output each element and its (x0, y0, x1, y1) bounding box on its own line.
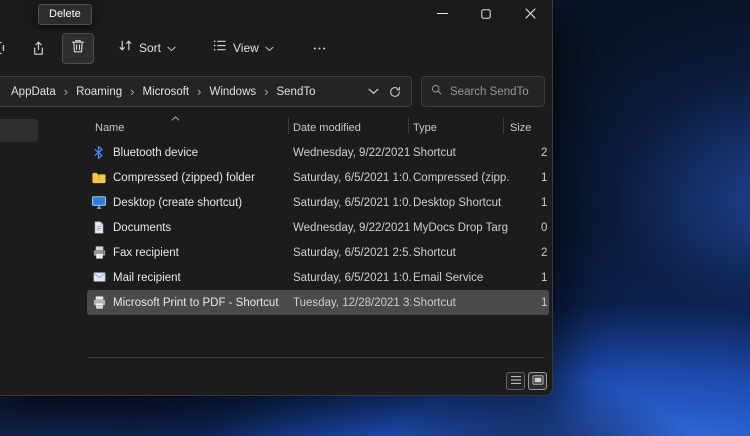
file-date-modified: Saturday, 6/5/2021 1:0... (293, 196, 411, 209)
file-row[interactable]: Bluetooth device Wednesday, 9/22/2021... S… (87, 140, 549, 165)
breadcrumb-separator-icon: › (130, 84, 135, 99)
column-header-size[interactable]: Size (510, 122, 531, 134)
delete-tooltip: Delete (38, 4, 92, 25)
file-date-modified: Wednesday, 9/22/2021... (293, 146, 411, 159)
nav-pane-item[interactable] (0, 119, 38, 142)
file-size: 1 KB (541, 296, 549, 309)
mail-icon (91, 269, 107, 285)
view-toggles (506, 372, 547, 390)
chevron-down-icon (167, 39, 176, 57)
view-dropdown[interactable]: View (205, 33, 281, 63)
column-divider (408, 117, 409, 134)
file-name: Bluetooth device (113, 146, 199, 159)
breadcrumb-item[interactable]: Windows (207, 84, 258, 100)
search-box[interactable] (421, 76, 545, 107)
column-divider (503, 117, 504, 134)
zipped-folder-icon (91, 169, 107, 185)
navigation-pane (0, 110, 85, 353)
column-header-date-modified[interactable]: Date modified (293, 122, 361, 134)
file-date-modified: Tuesday, 12/28/2021 3:... (293, 296, 411, 309)
file-size: 0 KB (541, 221, 549, 234)
search-icon (430, 83, 443, 101)
trash-icon (70, 38, 86, 59)
bluetooth-icon (91, 144, 107, 160)
clipped-toolbar-icon[interactable] (0, 40, 7, 56)
file-type: Shortcut (413, 146, 456, 159)
file-row[interactable]: Documents Wednesday, 9/22/2021... MyDocs D… (87, 215, 549, 240)
file-date-modified: Saturday, 6/5/2021 1:0... (293, 271, 411, 284)
command-bar: Sort View (0, 30, 552, 66)
maximize-button[interactable] (464, 0, 508, 30)
file-size: 1 KB (541, 171, 549, 184)
breadcrumb-item[interactable]: AppData (9, 84, 58, 100)
share-icon[interactable] (30, 40, 47, 57)
documents-icon (91, 219, 107, 235)
address-bar[interactable]: AppData › Roaming › Microsoft › Windows … (0, 76, 412, 107)
column-headers: Name Date modified Type Size (85, 110, 552, 140)
file-name: Mail recipient (113, 271, 181, 284)
file-name: Documents (113, 221, 172, 234)
file-size: 1 KB (541, 196, 549, 209)
minimize-button[interactable] (420, 0, 464, 30)
maximize-icon (481, 6, 491, 24)
column-header-type[interactable]: Type (413, 122, 437, 134)
details-view-icon (510, 372, 522, 390)
thumbnail-view-button[interactable] (528, 372, 547, 390)
file-type: MyDocs Drop Targ... (413, 221, 509, 234)
close-icon (524, 6, 536, 24)
file-name: Compressed (zipped) folder (113, 171, 255, 184)
file-type: Shortcut (413, 296, 456, 309)
statusbar-divider (88, 357, 545, 358)
sort-ascending-icon (171, 112, 180, 124)
breadcrumb-item[interactable]: Microsoft (140, 84, 191, 100)
breadcrumb-separator-icon: › (264, 84, 269, 99)
view-icon (212, 38, 227, 58)
breadcrumb-item[interactable]: SendTo (274, 84, 317, 100)
thumbnail-view-icon (532, 372, 544, 390)
more-options-icon[interactable] (305, 36, 334, 61)
file-row[interactable]: Fax recipient Saturday, 6/5/2021 2:5... Sh… (87, 240, 549, 265)
refresh-icon[interactable] (388, 85, 402, 99)
file-size: 2 KB (541, 146, 549, 159)
file-row[interactable]: Desktop (create shortcut) Saturday, 6/5/2… (87, 190, 549, 215)
view-label: View (233, 41, 259, 55)
search-input[interactable] (450, 85, 536, 98)
sort-label: Sort (139, 41, 162, 55)
breadcrumb-separator-icon: › (63, 84, 69, 99)
file-size: 1 KB (541, 271, 549, 284)
file-name: Desktop (create shortcut) (113, 196, 243, 209)
column-header-name[interactable]: Name (95, 122, 124, 134)
breadcrumb-separator-icon: › (197, 84, 202, 99)
file-row[interactable]: Microsoft Print to PDF - Shortcut Tuesday… (87, 290, 549, 315)
file-date-modified: Saturday, 6/5/2021 1:0... (293, 171, 411, 184)
column-divider (288, 117, 289, 134)
file-name: Fax recipient (113, 246, 179, 259)
file-explorer-window: Delete Sort View AppData › Roaming › Mic… (0, 0, 553, 396)
file-list: Bluetooth device Wednesday, 9/22/2021... S… (87, 140, 549, 315)
breadcrumb-item[interactable]: Roaming (74, 84, 124, 100)
address-dropdown-icon[interactable] (368, 88, 379, 95)
file-list-region: Name Date modified Type Size Bluetooth d… (85, 110, 552, 357)
file-type: Shortcut (413, 246, 456, 259)
sort-dropdown[interactable]: Sort (111, 33, 183, 63)
desktop-icon (91, 194, 107, 210)
file-row[interactable]: Mail recipient Saturday, 6/5/2021 1:0... E… (87, 265, 549, 290)
file-date-modified: Saturday, 6/5/2021 2:5... (293, 246, 411, 259)
file-size: 2 KB (541, 246, 549, 259)
pdf-printer-icon (91, 294, 107, 310)
file-type: Compressed (zipp... (413, 171, 509, 184)
file-type: Desktop Shortcut (413, 196, 502, 209)
file-row[interactable]: Compressed (zipped) folder Saturday, 6/5/… (87, 165, 549, 190)
sort-icon (118, 38, 133, 58)
chevron-down-icon (265, 39, 274, 57)
fax-icon (91, 244, 107, 260)
file-name: Microsoft Print to PDF - Shortcut (113, 296, 279, 309)
details-view-button[interactable] (506, 372, 525, 390)
close-button[interactable] (508, 0, 552, 30)
minimize-icon (436, 6, 448, 24)
file-date-modified: Wednesday, 9/22/2021... (293, 221, 411, 234)
file-type: Email Service (413, 271, 484, 284)
delete-button[interactable] (62, 32, 94, 64)
